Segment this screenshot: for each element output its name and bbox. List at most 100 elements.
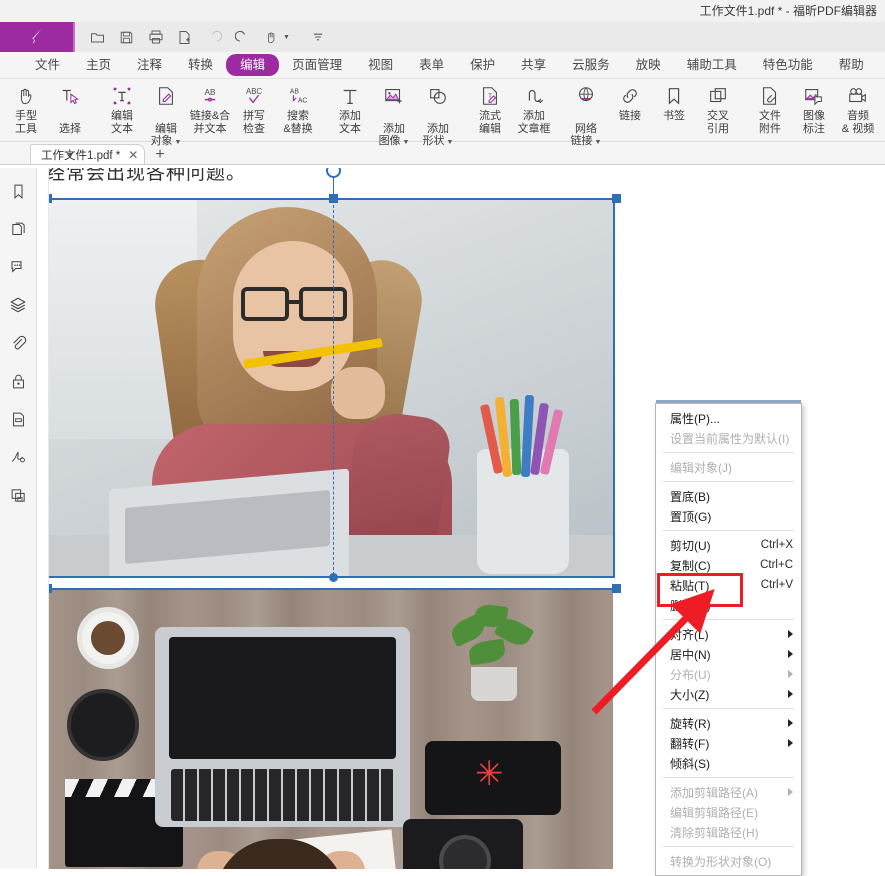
ribbon-add-text[interactable]: 添加 文本 — [328, 79, 372, 135]
chevron-down-icon[interactable]: ▼ — [67, 152, 74, 159]
context-menu-divider — [663, 481, 794, 482]
ribbon-add-image[interactable]: 添加 图像 ▼ — [372, 79, 416, 150]
ribbon-web-link[interactable]: 网络 链接 ▼ — [564, 79, 608, 150]
menu-item-view[interactable]: 视图 — [355, 54, 406, 76]
svg-text:AB: AB — [204, 88, 216, 97]
add-shape-icon — [427, 83, 449, 107]
menu-item-features[interactable]: 特色功能 — [750, 54, 826, 76]
ribbon-cross-reference[interactable]: 交叉 引用 — [696, 79, 740, 135]
context-menu-item-set-default-properties[interactable]: 设置当前属性为默认(I) — [656, 428, 801, 448]
rail-splitter[interactable]: ▶ — [37, 168, 49, 869]
save-file-button[interactable] — [112, 24, 141, 50]
context-menu-item-clear-clip-path[interactable]: 清除剪辑路径(H) — [656, 822, 801, 842]
ribbon-spell-check[interactable]: ABC 拼写 检查 — [232, 79, 276, 135]
context-menu-item-add-clip-path[interactable]: 添加剪辑路径(A) — [656, 782, 801, 802]
chevron-down-icon[interactable]: ▼ — [173, 139, 182, 146]
resize-handle-top-left[interactable] — [49, 194, 52, 203]
document-image-2[interactable]: ✳ — [49, 589, 613, 869]
sidebar-item-fields[interactable] — [7, 408, 29, 430]
resize-handle-bottom-left[interactable] — [49, 584, 52, 593]
context-menu-item-edit-object[interactable]: 编辑对象(J) — [656, 457, 801, 477]
print-button[interactable] — [141, 24, 170, 50]
ribbon-add-article-box[interactable]: 添加 文章框 — [512, 79, 556, 135]
close-icon[interactable]: ✕ — [128, 149, 138, 161]
chevron-down-icon[interactable]: ▼ — [401, 139, 410, 146]
new-document-icon — [177, 30, 192, 45]
resize-handle-top-right[interactable] — [612, 194, 621, 203]
selection-center-point[interactable] — [329, 573, 338, 582]
ribbon-reflow-edit[interactable]: T 流式 编辑 — [468, 79, 512, 135]
menu-item-home[interactable]: 主页 — [73, 54, 124, 76]
find-replace-icon: AB AC — [287, 83, 309, 107]
resize-handle-top-center[interactable] — [329, 194, 338, 203]
menu-item-file[interactable]: 文件 — [22, 54, 73, 76]
photo-desk-flatlay: ✳ — [49, 589, 613, 869]
chevron-down-icon[interactable]: ▼ — [593, 139, 602, 146]
menu-item-form[interactable]: 表单 — [406, 54, 457, 76]
new-page-button[interactable] — [170, 24, 199, 50]
ribbon-find-replace[interactable]: AB AC 搜索 &替换 — [276, 79, 320, 135]
ribbon-link-merge-text[interactable]: AB 链接&合 并文本 — [188, 79, 232, 135]
context-menu-item-edit-clip-path[interactable]: 编辑剪辑路径(E) — [656, 802, 801, 822]
sidebar-item-comments[interactable] — [7, 256, 29, 278]
context-menu-item-bring-to-front[interactable]: 置顶(G) — [656, 506, 801, 526]
sidebar-item-layers[interactable] — [7, 294, 29, 316]
context-menu-item-copy[interactable]: 复制(C) Ctrl+C — [656, 555, 801, 575]
ribbon-file-attachment[interactable]: 文件 附件 — [748, 79, 792, 135]
context-menu-label: 添加剪辑路径(A) — [670, 784, 782, 801]
ribbon-hand-tool[interactable]: 手型 工具 — [4, 79, 48, 135]
context-menu-item-send-to-back[interactable]: 置底(B) — [656, 486, 801, 506]
cross-reference-icon — [707, 83, 729, 107]
menu-item-present[interactable]: 放映 — [623, 54, 674, 76]
sidebar-item-signatures[interactable] — [7, 446, 29, 468]
ribbon-hand-tool-label: 手型 工具 — [15, 110, 37, 135]
sidebar-item-stamps[interactable] — [7, 484, 29, 506]
context-menu-item-cut[interactable]: 剪切(U) Ctrl+X — [656, 535, 801, 555]
menu-item-accessibility[interactable]: 辅助工具 — [674, 54, 750, 76]
context-menu-item-shear[interactable]: 倾斜(S) — [656, 753, 801, 773]
ribbon-bookmark[interactable]: 书签 — [652, 79, 696, 123]
customize-toolbar-button[interactable] — [304, 24, 333, 50]
context-menu-item-convert-to-shape[interactable]: 转换为形状对象(O) — [656, 851, 801, 871]
reflow-edit-icon: T — [479, 83, 501, 107]
sidebar-item-attachments[interactable] — [7, 332, 29, 354]
add-image-icon — [383, 83, 405, 107]
svg-text:ABC: ABC — [246, 87, 262, 96]
menu-item-comment[interactable]: 注释 — [124, 54, 175, 76]
app-logo[interactable] — [0, 22, 75, 52]
ribbon-add-shape[interactable]: 添加 形状 ▼ — [416, 79, 460, 150]
context-menu-item-flip[interactable]: 翻转(F) — [656, 733, 801, 753]
sidebar-item-bookmarks[interactable] — [7, 180, 29, 202]
redo-button[interactable] — [228, 24, 257, 50]
selection-center-guide — [333, 200, 334, 580]
menu-item-protect[interactable]: 保护 — [457, 54, 508, 76]
ribbon-audio-video[interactable]: 音频 & 视频 — [836, 79, 880, 135]
add-article-box-icon — [523, 83, 545, 107]
ribbon-edit-object[interactable]: 编辑 对象 ▼ — [144, 79, 188, 150]
photo-woman-at-laptop — [49, 199, 613, 577]
ribbon-image-annotation[interactable]: 图像 标注 — [792, 79, 836, 135]
rotate-handle[interactable] — [326, 168, 341, 178]
ribbon-add-3d[interactable]: 添加 3D — [880, 79, 885, 135]
menu-item-edit[interactable]: 编辑 — [226, 54, 279, 76]
open-file-button[interactable] — [83, 24, 112, 50]
svg-text:AC: AC — [298, 97, 308, 104]
menu-item-share[interactable]: 共享 — [508, 54, 559, 76]
menu-item-cloud[interactable]: 云服务 — [559, 54, 623, 76]
menu-item-pages[interactable]: 页面管理 — [279, 54, 355, 76]
document-image-1[interactable] — [49, 199, 613, 577]
chevron-down-icon[interactable]: ▼ — [445, 139, 454, 146]
context-menu-divider — [663, 846, 794, 847]
undo-button[interactable] — [199, 24, 228, 50]
ribbon-select[interactable]: 选择 ▼ — [48, 79, 92, 162]
context-menu-item-properties[interactable]: 属性(P)... — [656, 408, 801, 428]
menu-item-help[interactable]: 帮助 — [826, 54, 877, 76]
sidebar-item-security[interactable] — [7, 370, 29, 392]
sidebar-item-pages[interactable] — [7, 218, 29, 240]
ribbon-edit-text[interactable]: 编辑 文本 — [100, 79, 144, 135]
menu-item-convert[interactable]: 转换 — [175, 54, 226, 76]
hand-tool-dropdown-caret[interactable]: ▼ — [283, 34, 290, 41]
ribbon-link[interactable]: 链接 — [608, 79, 652, 123]
context-menu-shortcut: Ctrl+V — [761, 579, 793, 591]
hand-tool-button[interactable] — [257, 24, 286, 50]
